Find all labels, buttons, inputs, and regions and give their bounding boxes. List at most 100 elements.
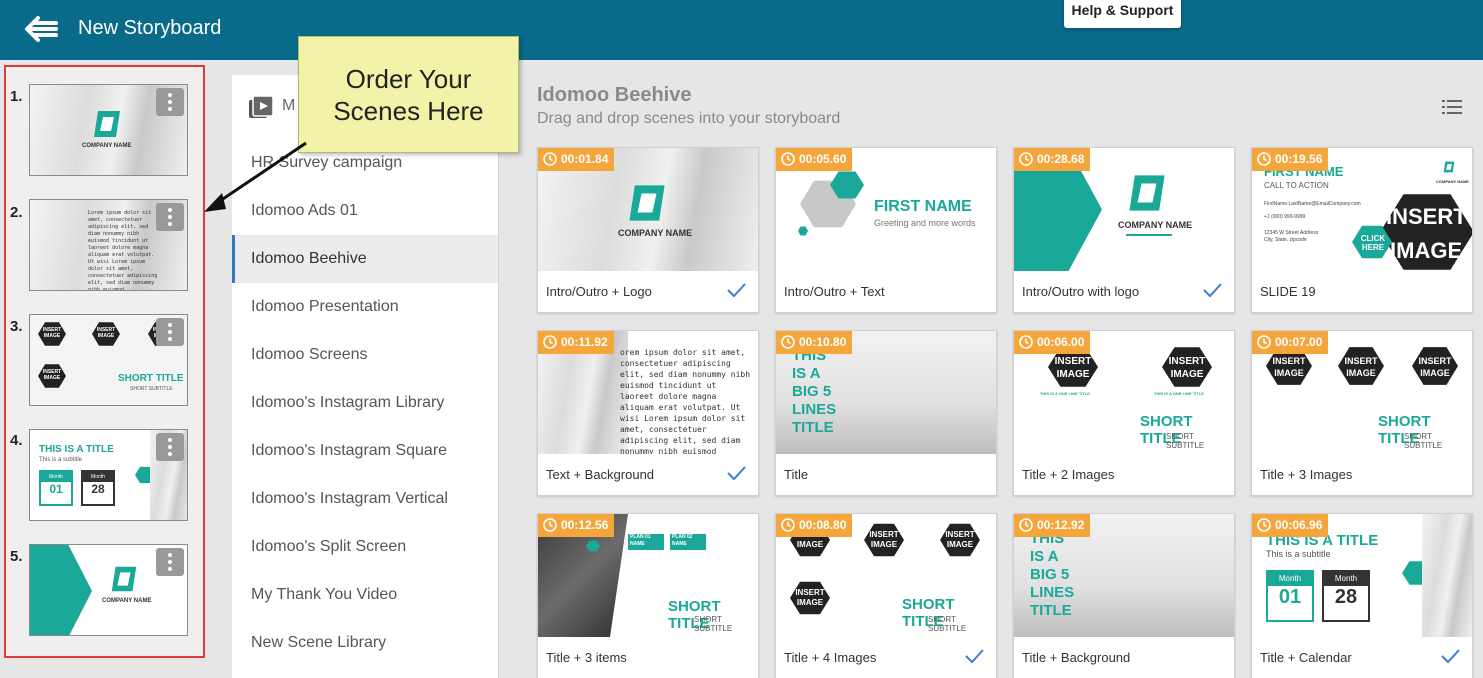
slot-menu-button[interactable]: [156, 203, 184, 231]
scene-label: Title + 3 Images: [1260, 467, 1353, 482]
duration-badge: 00:12.56: [538, 514, 615, 537]
slot-number: 4.: [10, 432, 23, 449]
subtitle-text: This is a subtitle: [39, 457, 83, 463]
scene-label: Title + 3 items: [546, 650, 627, 665]
calendar-day: 01: [49, 482, 63, 496]
company-logo-icon: [629, 185, 665, 221]
contact-city: City, State, zipcode: [1264, 237, 1307, 243]
one-line-title: THIS IS A ONE LINE TITLE: [1040, 391, 1090, 396]
slot-menu-button[interactable]: [156, 318, 184, 346]
back-arrow-icon[interactable]: [24, 14, 60, 44]
big-title-line: LINES: [1030, 584, 1075, 601]
library-item[interactable]: My Thank You Video: [232, 571, 498, 619]
scene-card[interactable]: PLAN 01 NAME PLAN 02 NAME SHORT TITLE SH…: [537, 513, 759, 678]
short-subtitle: SHORT SUBTITLE: [694, 615, 733, 633]
slot-number: 5.: [10, 548, 23, 565]
company-logo-icon: [1129, 175, 1165, 211]
duration-badge: 00:10.80: [776, 331, 853, 354]
page-title: New Storyboard: [78, 17, 222, 39]
company-logo-icon: [111, 566, 137, 592]
library-item[interactable]: Idomoo Presentation: [232, 283, 498, 331]
duration-badge: 00:28.68: [1014, 148, 1091, 171]
library-item-active[interactable]: Idomoo Beehive: [232, 235, 498, 283]
library-item[interactable]: Idomoo Screens: [232, 331, 498, 379]
scene-card[interactable]: FIRST NAME CALL TO ACTION FirstName.Last…: [1251, 147, 1473, 313]
calendar-month: Month: [83, 472, 113, 482]
library-item[interactable]: New Scene Library: [232, 619, 498, 667]
duration-badge: 00:08.80: [776, 514, 853, 537]
duration-badge: 00:01.84: [538, 148, 615, 171]
storyboard-slot[interactable]: COMPANY NAME: [29, 84, 188, 176]
short-subtitle: SHORT SUBTITLE: [928, 615, 967, 633]
contact-address: 12345 W Street Address: [1264, 230, 1319, 236]
checkmark-icon: [727, 283, 746, 298]
scene-card[interactable]: INSERT IMAGE INSERT IMAGE INSERT IMAGE I…: [775, 513, 997, 678]
clock-icon: [543, 335, 557, 349]
click-here-text: CLICK HERE: [1360, 234, 1386, 252]
insert-image-hex: INSERT IMAGE: [1338, 347, 1384, 385]
calendar-day: 28: [91, 482, 105, 496]
duration-badge: 00:07.00: [1252, 331, 1329, 354]
scene-card[interactable]: INSERT IMAGE INSERT IMAGE INSERT IMAGE S…: [1251, 330, 1473, 496]
big-title-line: TITLE: [1030, 602, 1072, 619]
library-subtitle: Drag and drop scenes into your storyboar…: [537, 110, 841, 127]
slot-menu-button[interactable]: [156, 548, 184, 576]
storyboard-slot[interactable]: COMPANY NAME: [29, 544, 188, 636]
clock-icon: [1257, 335, 1271, 349]
image-text: IMAGE: [1390, 238, 1463, 263]
teal-hex-shape: [798, 226, 808, 236]
storyboard-slot[interactable]: THIS IS A TITLE This is a subtitle Month…: [29, 429, 188, 521]
plan-name: PLAN 02 NAME: [672, 534, 693, 547]
clock-icon: [1019, 152, 1033, 166]
help-support-button[interactable]: Help & Support: [1064, 0, 1181, 28]
library-item[interactable]: Idomoo's Split Screen: [232, 523, 498, 571]
insert-image-hex: INSERT IMAGE: [940, 523, 980, 557]
big-title-line: TITLE: [792, 419, 834, 436]
duration-text: 00:12.56: [561, 518, 609, 532]
company-name-text: COMPANY NAME: [1436, 179, 1469, 184]
body-text: Lorem ipsum dolor sit amet, consectetuer…: [88, 210, 158, 291]
company-name-text: COMPANY NAME: [1118, 220, 1193, 230]
library-item[interactable]: Idomoo's Instagram Square: [232, 427, 498, 475]
library-header-text: M: [282, 97, 296, 114]
duration-text: 00:06.96: [1275, 518, 1323, 532]
library-item[interactable]: Idomoo's Instagram Vertical: [232, 475, 498, 523]
storyboard-slot[interactable]: Lorem ipsum dolor sit amet, consectetuer…: [29, 199, 188, 291]
company-logo-icon: [1443, 161, 1455, 173]
duration-text: 00:12.92: [1037, 518, 1085, 532]
list-view-icon[interactable]: [1442, 100, 1462, 114]
duration-text: 00:11.92: [561, 335, 608, 349]
company-name-text: COMPANY NAME: [82, 143, 132, 149]
clock-icon: [1257, 152, 1271, 166]
one-line-title: THIS IS A ONE LINE TITLE: [1154, 391, 1204, 396]
scene-card[interactable]: COMPANY NAME 00:01.84 Intro/Outro + Logo: [537, 147, 759, 313]
big-title-line: BIG 5: [1030, 566, 1070, 583]
big-title-line: BIG 5: [792, 383, 832, 400]
calendar-card: Month 01: [1266, 570, 1314, 622]
short-subtitle: SHORT SUBTITLE: [1166, 432, 1205, 450]
slot-menu-button[interactable]: [156, 433, 184, 461]
duration-badge: 00:06.96: [1252, 514, 1329, 537]
duration-text: 00:28.68: [1037, 152, 1085, 166]
short-subtitle: SHORT SUBTITLE: [130, 386, 173, 392]
insert-text: INSERT: [1386, 204, 1467, 229]
slot-menu-button[interactable]: [156, 88, 184, 116]
library-title: Idomoo Beehive: [537, 84, 692, 106]
insert-image-hex: INSERT IMAGE: [1412, 347, 1458, 385]
scene-card[interactable]: THIS IS A TITLE This is a subtitle Month…: [1251, 513, 1473, 678]
scene-card[interactable]: THIS IS A BIG 5 LINES TITLE 00:12.92 Tit…: [1013, 513, 1235, 678]
contact-phone: +1 (000) 999-9999: [1264, 214, 1306, 220]
scene-card[interactable]: COMPANY NAME 00:28.68 Intro/Outro with l…: [1013, 147, 1235, 313]
scene-label: Intro/Outro + Text: [784, 284, 885, 299]
scene-label: SLIDE 19: [1260, 284, 1316, 299]
callout-line: Scenes Here: [333, 96, 484, 126]
library-item[interactable]: Idomoo's Instagram Library: [232, 379, 498, 427]
storyboard-slot[interactable]: INSERT IMAGE INSERT IMAGE INSERT IMAGE I…: [29, 314, 188, 406]
storyboard-rail: 1. COMPANY NAME 2. Lorem ipsum dolor sit…: [4, 65, 205, 658]
scene-card[interactable]: THIS IS A BIG 5 LINES TITLE 00:10.80 Tit…: [775, 330, 997, 496]
scene-card[interactable]: FIRST NAME Greeting and more words 00:05…: [775, 147, 997, 313]
scene-card[interactable]: INSERT IMAGE INSERT IMAGE THIS IS A ONE …: [1013, 330, 1235, 496]
scene-card[interactable]: orem ipsum dolor sit amet, consectetuer …: [537, 330, 759, 496]
duration-badge: 00:05.60: [776, 148, 853, 171]
checkmark-icon: [965, 649, 984, 664]
